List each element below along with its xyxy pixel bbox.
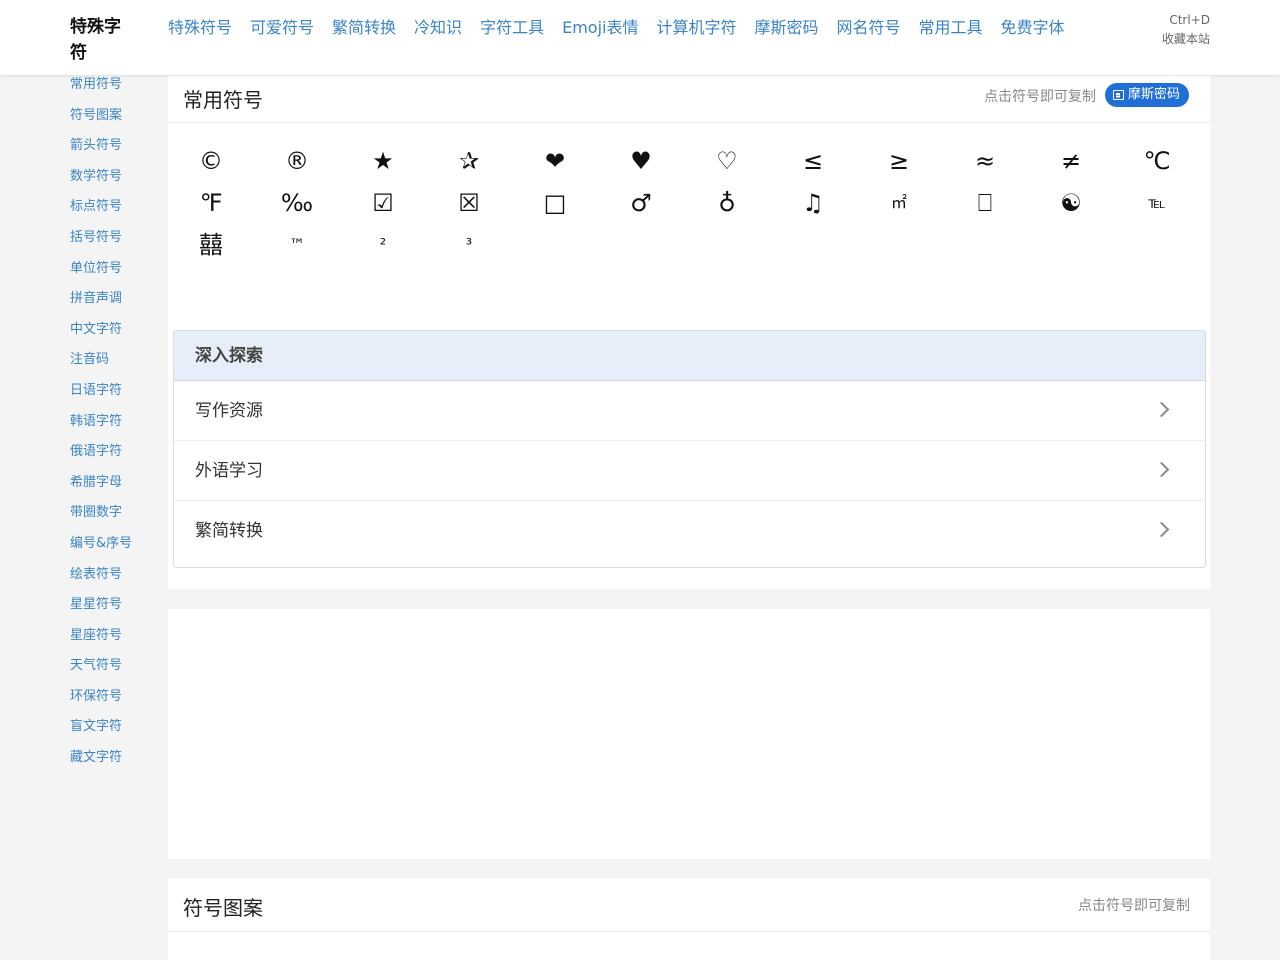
category-sidebar: 常用符号 符号图案 箭头符号 数学符号 标点符号 括号符号 单位符号 拼音声调 … — [70, 76, 160, 780]
sidebar-item-common[interactable]: 常用符号 — [70, 76, 160, 107]
nav-link-special-symbols[interactable]: 特殊符号 — [168, 17, 232, 39]
symbol-cell[interactable]: ♂ — [598, 187, 684, 229]
nav-link-emoji[interactable]: Emoji表情 — [562, 17, 638, 39]
symbol-cell[interactable]: ♫ — [770, 187, 856, 229]
panel-header: 符号图案 点击符号即可复制 — [168, 879, 1210, 932]
nav-link-free-fonts[interactable]: 免费字体 — [1001, 17, 1065, 39]
symbol-cell[interactable]: ℉ — [168, 187, 254, 229]
sidebar-item-punctuation[interactable]: 标点符号 — [70, 198, 160, 229]
sidebar-item-numbering[interactable]: 编号&序号 — [70, 535, 160, 566]
chevron-right-icon — [1153, 521, 1170, 538]
symbol-cell[interactable]: □ — [512, 187, 598, 229]
sidebar-item-zhuyin[interactable]: 注音码 — [70, 351, 160, 382]
symbol-cell[interactable]: ❤ — [512, 145, 598, 187]
site-header: 特殊字 符 特殊符号 可爱符号 繁简转换 冷知识 字符工具 Emoji表情 计算… — [0, 0, 1280, 76]
symbol-cell[interactable]: ≥ — [856, 145, 942, 187]
symbol-cell[interactable]: ℡ — [1114, 187, 1200, 229]
sidebar-item-weather[interactable]: 天气符号 — [70, 657, 160, 688]
copy-hint: 点击符号即可复制 — [984, 89, 1096, 105]
nav-link-nickname-symbols[interactable]: 网名符号 — [837, 17, 901, 39]
symbol-cell[interactable]: ≈ — [942, 145, 1028, 187]
explore-item-writing[interactable]: 写作资源 — [174, 381, 1205, 441]
sidebar-item-math[interactable]: 数学符号 — [70, 168, 160, 199]
sidebar-item-brackets[interactable]: 括号符号 — [70, 229, 160, 260]
bookmark-shortcut: Ctrl+D — [1169, 13, 1210, 27]
explore-item-label: 繁简转换 — [195, 521, 263, 541]
symbol-cell[interactable]: ♥ — [598, 145, 684, 187]
morse-code-button[interactable]: 摩斯密码 — [1104, 83, 1189, 107]
sidebar-item-japanese[interactable]: 日语字符 — [70, 382, 160, 413]
sidebar-item-patterns[interactable]: 符号图案 — [70, 107, 160, 138]
nav-link-cute-symbols[interactable]: 可爱符号 — [250, 17, 314, 39]
symbol-cell[interactable]: ‰ — [254, 187, 340, 229]
explore-item-label: 写作资源 — [195, 401, 263, 421]
site-logo-line2: 符 — [70, 43, 87, 63]
sidebar-item-russian[interactable]: 俄语字符 — [70, 443, 160, 474]
explore-item-label: 外语学习 — [195, 461, 263, 481]
explore-list: 深入探索 写作资源 外语学习 繁简转换 — [173, 330, 1206, 568]
symbol-cell[interactable]: ♡ — [684, 145, 770, 187]
symbol-cell[interactable]: ♁ — [684, 187, 770, 229]
symbol-cell[interactable]: ² — [340, 229, 426, 271]
symbol-cell[interactable]: ☑ — [340, 187, 426, 229]
explore-item-language[interactable]: 外语学习 — [174, 441, 1205, 501]
symbol-grid: © ® ★ ✰ ❤ ♥ ♡ ≤ ≥ ≈ ≠ ℃ ℉ ‰ ☑ ☒ □ ♂ ♁ ♫ … — [168, 123, 1210, 271]
nav-link-trad-simp-convert[interactable]: 繁简转换 — [332, 17, 396, 39]
sidebar-item-circled-numbers[interactable]: 带圈数字 — [70, 504, 160, 535]
symbol-cell[interactable]: ≤ — [770, 145, 856, 187]
nav-link-computer-chars[interactable]: 计算机字符 — [656, 17, 736, 39]
top-nav: 特殊符号 可爱符号 繁简转换 冷知识 字符工具 Emoji表情 计算机字符 摩斯… — [168, 17, 1083, 39]
bookmark-hint[interactable]: Ctrl+D 收藏本站 — [1162, 11, 1210, 49]
symbol-cell[interactable]: ³ — [426, 229, 512, 271]
nav-link-common-tools[interactable]: 常用工具 — [919, 17, 983, 39]
symbol-cell[interactable]: ★ — [340, 145, 426, 187]
sidebar-item-chinese[interactable]: 中文字符 — [70, 321, 160, 352]
symbol-cell[interactable]: 囍 — [168, 229, 254, 271]
site-logo-line1: 特殊字 — [70, 17, 121, 37]
symbol-cell[interactable]: ☒ — [426, 187, 512, 229]
symbol-cell[interactable]: ㎡ — [856, 187, 942, 229]
symbol-cell[interactable]: ≠ — [1028, 145, 1114, 187]
bookmark-label: 收藏本站 — [1161, 32, 1210, 46]
symbol-cell[interactable]: ℃ — [1114, 145, 1200, 187]
nav-link-morse[interactable]: 摩斯密码 — [754, 17, 818, 39]
panel-header: 常用符号 点击符号即可复制 摩斯密码 — [168, 76, 1210, 123]
chevron-right-icon — [1153, 461, 1170, 478]
ad-placeholder — [168, 609, 1210, 859]
sidebar-item-tibetan[interactable]: 藏文字符 — [70, 749, 160, 780]
copy-hint: 点击符号即可复制 — [1078, 898, 1190, 914]
sidebar-item-zodiac[interactable]: 星座符号 — [70, 627, 160, 658]
sidebar-item-stars[interactable]: 星星符号 — [70, 596, 160, 627]
symbol-cell[interactable]: ⎕ — [942, 187, 1028, 229]
nav-link-char-tools[interactable]: 字符工具 — [480, 17, 544, 39]
sidebar-item-greek[interactable]: 希腊字母 — [70, 474, 160, 505]
symbol-cell[interactable]: ® — [254, 145, 340, 187]
sidebar-item-braille[interactable]: 盲文字符 — [70, 718, 160, 749]
symbol-patterns-panel: 符号图案 点击符号即可复制 — [168, 879, 1210, 960]
symbol-cell[interactable]: ✰ — [426, 145, 512, 187]
book-icon — [1112, 90, 1124, 100]
sidebar-item-korean[interactable]: 韩语字符 — [70, 413, 160, 444]
symbol-cell[interactable]: ™ — [254, 229, 340, 271]
explore-item-convert[interactable]: 繁简转换 — [174, 501, 1205, 561]
chevron-right-icon — [1153, 401, 1170, 418]
symbol-cell[interactable]: © — [168, 145, 254, 187]
panel-title: 符号图案 — [183, 896, 263, 920]
symbol-cell[interactable]: ☯ — [1028, 187, 1114, 229]
morse-code-button-label: 摩斯密码 — [1127, 87, 1180, 102]
sidebar-item-pinyin[interactable]: 拼音声调 — [70, 290, 160, 321]
explore-title: 深入探索 — [174, 331, 1205, 381]
sidebar-item-box-drawing[interactable]: 绘表符号 — [70, 566, 160, 597]
site-logo[interactable]: 特殊字 符 — [70, 14, 132, 66]
sidebar-item-arrows[interactable]: 箭头符号 — [70, 137, 160, 168]
sidebar-item-units[interactable]: 单位符号 — [70, 260, 160, 291]
panel-title: 常用符号 — [183, 88, 263, 112]
nav-link-trivia[interactable]: 冷知识 — [414, 17, 462, 39]
sidebar-item-eco[interactable]: 环保符号 — [70, 688, 160, 719]
